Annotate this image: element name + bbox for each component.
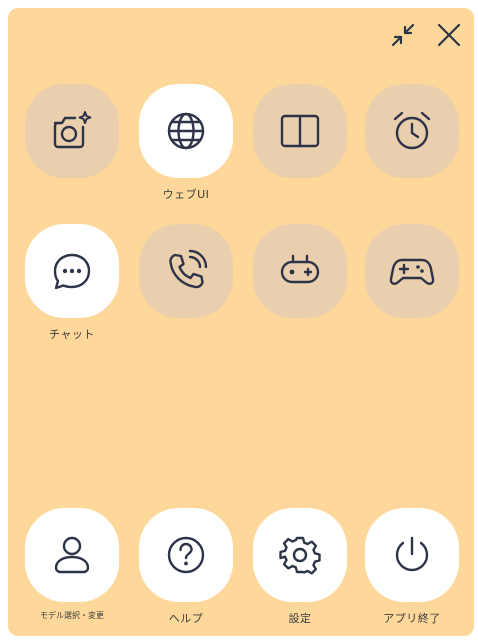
- user-icon: [54, 536, 90, 574]
- app-webui-label: ウェブUI: [162, 188, 210, 201]
- settings[interactable]: 設定: [252, 508, 348, 626]
- settings-tile[interactable]: [253, 508, 347, 602]
- quit-app-tile[interactable]: [365, 508, 459, 602]
- app-alarm[interactable]: [364, 84, 460, 186]
- gamepad-icon: [280, 254, 320, 284]
- app-alarm-tile[interactable]: [365, 84, 459, 178]
- close-icon: [437, 23, 461, 47]
- app-game[interactable]: [364, 224, 460, 326]
- collapse-arrows-icon: [391, 23, 415, 47]
- app-game-tile[interactable]: [365, 224, 459, 318]
- settings-label: 設定: [288, 612, 312, 625]
- model-select-label: モデル選択・変更: [40, 611, 104, 620]
- model-select-tile[interactable]: [25, 508, 119, 602]
- app-chat-tile[interactable]: [25, 224, 119, 318]
- app-gamepad[interactable]: [252, 224, 348, 326]
- chat-bubble-icon: [53, 253, 91, 290]
- minimize-button[interactable]: [386, 18, 420, 52]
- app-chat-label: チャット: [49, 328, 95, 341]
- help-tile[interactable]: [139, 508, 233, 602]
- quit-app[interactable]: アプリ終了: [364, 508, 460, 626]
- book-icon: [280, 114, 320, 148]
- app-phone[interactable]: [138, 224, 234, 326]
- help[interactable]: ヘルプ: [138, 508, 234, 626]
- quit-app-label: アプリ終了: [383, 612, 441, 625]
- power-icon: [395, 536, 429, 572]
- globe-icon: [167, 112, 205, 150]
- phone-call-icon: [169, 249, 208, 289]
- settings-gear-icon: [279, 536, 321, 575]
- app-camera[interactable]: [24, 84, 120, 186]
- close-button[interactable]: [432, 18, 466, 52]
- alarm-clock-icon: [393, 111, 431, 150]
- camera-sparkle-icon: [53, 111, 92, 149]
- app-camera-tile[interactable]: [25, 84, 119, 178]
- help-icon: [167, 536, 205, 574]
- app-book[interactable]: [252, 84, 348, 186]
- model-select[interactable]: モデル選択・変更: [24, 508, 120, 621]
- game-controller-icon: [389, 258, 435, 285]
- app-phone-tile[interactable]: [139, 224, 233, 318]
- app-webui-tile[interactable]: [139, 84, 233, 178]
- app-book-tile[interactable]: [253, 84, 347, 178]
- app-gamepad-tile[interactable]: [253, 224, 347, 318]
- help-label: ヘルプ: [168, 612, 204, 625]
- app-chat[interactable]: チャット: [24, 224, 120, 342]
- app-webui[interactable]: ウェブUI: [138, 84, 234, 202]
